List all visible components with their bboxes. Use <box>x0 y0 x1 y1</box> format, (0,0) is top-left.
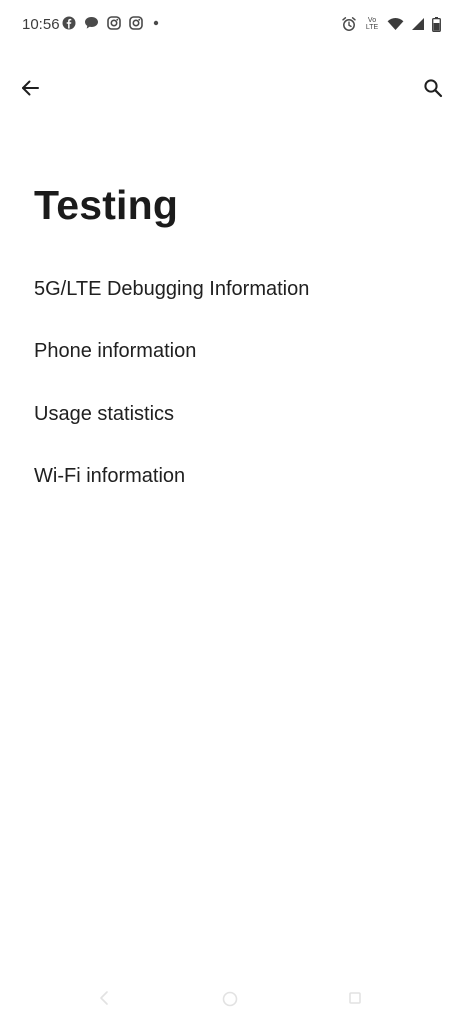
navigation-bar <box>0 976 461 1024</box>
list-item-wifi-information[interactable]: Wi-Fi information <box>0 446 461 509</box>
instagram-icon <box>107 16 121 30</box>
page-title: Testing <box>34 182 179 228</box>
list-item-phone-information[interactable]: Phone information <box>0 321 461 384</box>
arrow-back-icon <box>20 78 40 98</box>
nav-recents-icon[interactable] <box>347 990 363 1006</box>
facebook-icon <box>62 16 76 30</box>
signal-icon <box>411 17 425 31</box>
battery-icon <box>432 16 441 32</box>
notification-icons <box>62 16 161 30</box>
list-item-label: Phone information <box>34 340 197 363</box>
settings-list: 5G/LTE Debugging Information Phone infor… <box>0 258 461 508</box>
wifi-icon <box>387 17 404 31</box>
top-app-bar <box>0 68 461 108</box>
status-time: 10:56 <box>22 16 60 33</box>
list-item-label: 5G/LTE Debugging Information <box>34 277 310 300</box>
volte-label-top: Vo <box>367 17 377 24</box>
alarm-icon <box>341 16 357 32</box>
list-item-label: Wi-Fi information <box>34 465 186 488</box>
system-status-icons: Vo LTE <box>341 16 441 32</box>
search-icon <box>423 78 443 98</box>
list-item-usage-statistics[interactable]: Usage statistics <box>0 383 461 446</box>
back-button[interactable] <box>16 74 44 102</box>
nav-back-icon[interactable] <box>96 990 112 1006</box>
volte-icon: Vo LTE <box>364 17 380 31</box>
search-button[interactable] <box>419 74 447 102</box>
list-item-label: Usage statistics <box>34 402 175 425</box>
status-bar: 10:56 Vo LTE <box>0 0 461 52</box>
chat-bubble-icon <box>84 16 99 30</box>
volte-label-bottom: LTE <box>365 24 379 31</box>
nav-home-icon[interactable] <box>221 990 239 1008</box>
dot-icon <box>151 18 161 28</box>
list-item-5g-lte-debugging[interactable]: 5G/LTE Debugging Information <box>0 258 461 321</box>
settings-screen: 10:56 Vo LTE Testing 5G/LTE Debugging In… <box>0 0 461 1024</box>
instagram-icon <box>129 16 143 30</box>
